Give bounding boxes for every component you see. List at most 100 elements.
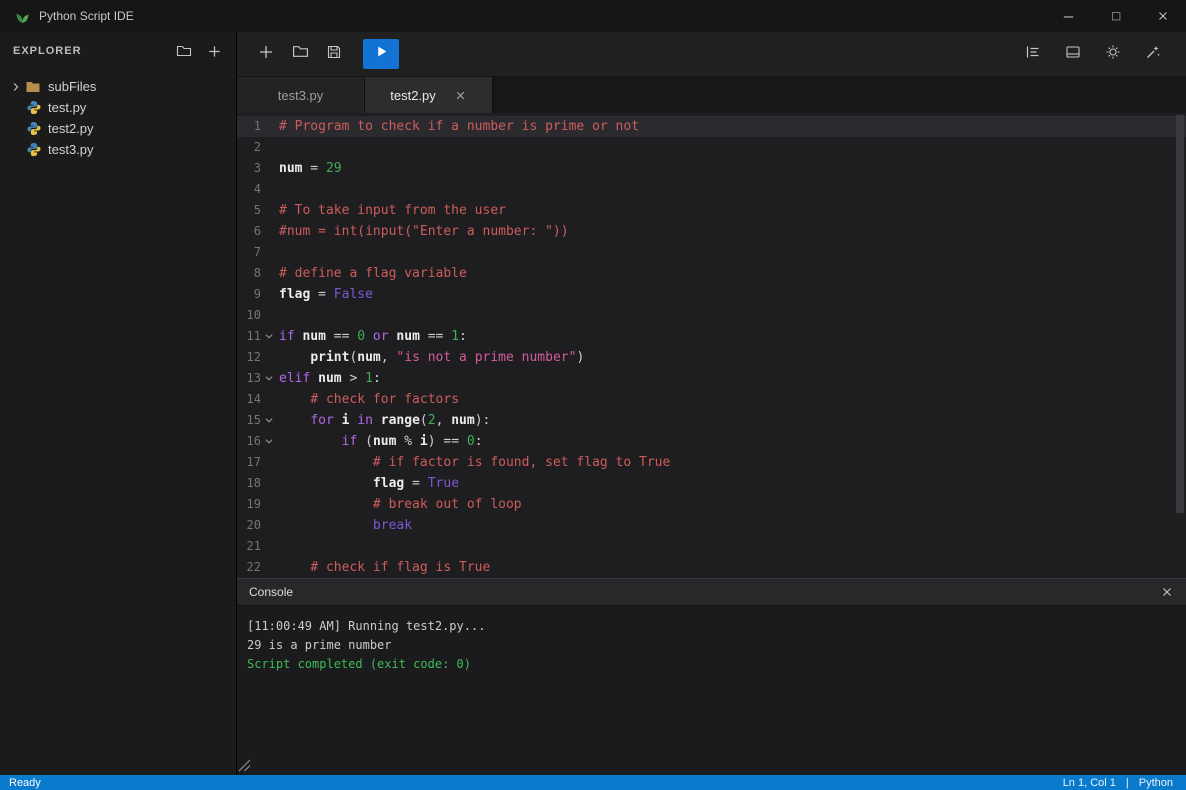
code-line-1[interactable]: 1 # Program to check if a number is prime… [237,116,1186,137]
settings-icon [1105,44,1121,65]
code-line-19[interactable]: 19 # break out of loop [237,494,1186,515]
code-text: # if factor is found, set flag to True [279,452,670,473]
line-number: 6 [237,221,261,242]
code-text: elif num > 1: [279,368,381,389]
resize-grip[interactable] [238,759,251,772]
code-line-5[interactable]: 5# To take input from the user [237,200,1186,221]
maximize-button[interactable] [1092,0,1139,32]
format-lines-button[interactable] [1018,39,1048,69]
fold-gutter [261,494,277,515]
code-line-8[interactable]: 8# define a flag variable [237,263,1186,284]
console-line: [11:00:49 AM] Running test2.py... [247,617,1176,636]
code-text: if num == 0 or num == 1: [279,326,467,347]
status-ready: Ready [9,777,41,789]
line-number: 21 [237,536,261,557]
chevron-right-icon[interactable] [8,82,24,92]
code-line-14[interactable]: 14 # check for factors [237,389,1186,410]
toolbar-right [1018,39,1172,69]
line-number: 8 [237,263,261,284]
fold-gutter [261,179,277,200]
code-line-22[interactable]: 22 # check if flag is True [237,557,1186,578]
open-folder-button[interactable] [285,39,315,69]
new-file-icon [258,44,274,65]
code-line-12[interactable]: 12 print(num, "is not a prime number") [237,347,1186,368]
console-output: [11:00:49 AM] Running test2.py...29 is a… [237,606,1186,775]
new-file-button[interactable] [251,39,281,69]
status-language[interactable]: Python [1139,777,1173,789]
explorer-actions [175,42,223,60]
fold-gutter [261,158,277,179]
tree-item-label: test2.py [48,121,94,136]
new-file-icon[interactable] [205,42,223,60]
tab-label: test2.py [390,88,436,103]
status-cursor-position[interactable]: Ln 1, Col 1 [1063,777,1116,789]
line-number: 18 [237,473,261,494]
line-number: 12 [237,347,261,368]
fold-gutter [261,263,277,284]
line-number: 19 [237,494,261,515]
code-line-6[interactable]: 6#num = int(input("Enter a number: ")) [237,221,1186,242]
run-button[interactable] [363,39,399,69]
settings-button[interactable] [1098,39,1128,69]
file-tree: subFiles test.py test2.py test3.py [0,70,236,160]
file-tree-item-test2py[interactable]: test2.py [0,118,236,139]
close-button[interactable] [1139,0,1186,32]
toolbar [237,32,1186,77]
file-tree-item-testpy[interactable]: test.py [0,97,236,118]
code-text: # Program to check if a number is prime … [279,116,639,137]
tab-test2py[interactable]: test2.py [365,77,493,113]
minimize-button[interactable] [1045,0,1092,32]
fold-chevron-icon[interactable] [261,326,277,347]
console-title: Console [249,585,293,599]
console-close-icon[interactable] [1160,585,1174,599]
explorer-title: EXPLORER [13,45,82,57]
python-icon [24,100,42,115]
line-number: 3 [237,158,261,179]
fold-chevron-icon[interactable] [261,410,277,431]
tab-test3py[interactable]: test3.py [237,77,365,113]
code-line-16[interactable]: 16 if (num % i) == 0: [237,431,1186,452]
code-line-4[interactable]: 4 [237,179,1186,200]
code-line-3[interactable]: 3 num = 29 [237,158,1186,179]
line-number: 7 [237,242,261,263]
save-button[interactable] [319,39,349,69]
window-controls [1045,0,1186,32]
code-line-11[interactable]: 11if num == 0 or num == 1: [237,326,1186,347]
code-text: num = 29 [279,158,342,179]
code-line-17[interactable]: 17 # if factor is found, set flag to Tru… [237,452,1186,473]
line-number: 1 [237,116,261,137]
format-code-icon [1145,44,1161,65]
file-tree-item-test3py[interactable]: test3.py [0,139,236,160]
code-text: for i in range(2, num): [279,410,490,431]
fold-chevron-icon[interactable] [261,368,277,389]
code-line-2[interactable]: 2 [237,137,1186,158]
editor-lines: 1 # Program to check if a number is prime… [237,116,1186,578]
panel-toggle-button[interactable] [1058,39,1088,69]
tab-close-icon[interactable] [454,89,467,102]
code-text: # To take input from the user [279,200,506,221]
code-line-13[interactable]: 13elif num > 1: [237,368,1186,389]
tree-item-label: subFiles [48,79,96,94]
line-number: 2 [237,137,261,158]
code-line-18[interactable]: 18 flag = True [237,473,1186,494]
python-icon [24,121,42,136]
code-line-7[interactable]: 7 [237,242,1186,263]
new-folder-icon[interactable] [175,42,193,60]
code-line-9[interactable]: 9flag = False [237,284,1186,305]
code-line-10[interactable]: 10 [237,305,1186,326]
fold-chevron-icon[interactable] [261,431,277,452]
app-logo-icon [14,8,31,25]
fold-gutter [261,515,277,536]
code-line-20[interactable]: 20 break [237,515,1186,536]
folder-icon [24,79,42,95]
code-editor[interactable]: 1 # Program to check if a number is prime… [237,113,1186,578]
format-code-button[interactable] [1138,39,1168,69]
console-line: Script completed (exit code: 0) [247,655,1176,674]
editor-scrollbar[interactable] [1176,115,1184,513]
console-line: 29 is a prime number [247,636,1176,655]
fold-gutter [261,305,277,326]
file-tree-item-subfiles[interactable]: subFiles [0,76,236,97]
code-line-21[interactable]: 21 [237,536,1186,557]
line-number: 17 [237,452,261,473]
code-line-15[interactable]: 15 for i in range(2, num): [237,410,1186,431]
